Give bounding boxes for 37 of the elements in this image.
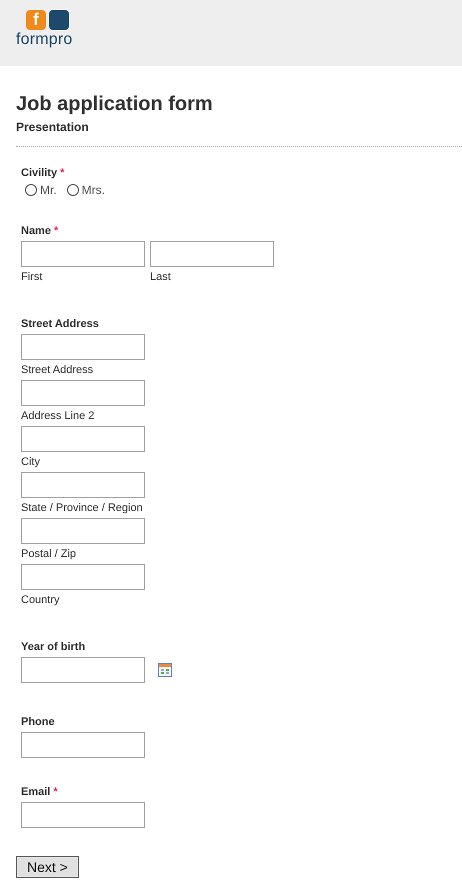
field-sublabel: Address Line 2 <box>21 410 96 422</box>
field-label: Street Address <box>21 318 100 330</box>
radio-option[interactable]: Mr. <box>25 183 57 197</box>
field-sublabel: Last <box>150 271 172 283</box>
input-field[interactable] <box>21 564 145 590</box>
required-mark: * <box>54 225 58 237</box>
radio-button[interactable] <box>66 184 79 196</box>
required-mark: * <box>60 167 64 179</box>
input-field[interactable] <box>21 518 145 544</box>
field-sublabel: Postal / Zip <box>21 548 78 560</box>
calendar-icon[interactable] <box>158 663 172 677</box>
field-sublabel: Country <box>21 594 61 606</box>
input-field[interactable] <box>21 380 145 406</box>
field-label: Phone <box>21 716 56 728</box>
radio-option[interactable]: Mrs. <box>66 183 105 197</box>
field-sublabel: Street Address <box>21 364 94 376</box>
section-title: Presentation <box>16 120 90 134</box>
input-field[interactable] <box>21 657 145 683</box>
field-label: Name * <box>21 225 60 237</box>
logo-text: formpro <box>16 31 74 49</box>
input-field[interactable] <box>150 241 274 267</box>
input-field[interactable] <box>21 241 145 267</box>
form-title: Job application form <box>16 93 214 116</box>
input-field[interactable] <box>21 472 145 498</box>
input-field[interactable] <box>21 802 145 828</box>
field-label: Year of birth <box>21 641 86 653</box>
input-field[interactable] <box>21 426 145 452</box>
field-label: Email * <box>21 786 59 798</box>
next-button[interactable]: Next > <box>16 856 79 878</box>
required-mark: * <box>53 786 58 798</box>
input-field[interactable] <box>21 334 145 360</box>
input-field[interactable] <box>21 732 145 758</box>
field-sublabel: City <box>21 456 41 468</box>
field-sublabel: State / Province / Region <box>21 502 144 514</box>
field-sublabel: First <box>21 271 44 283</box>
field-label: Civility * <box>21 167 66 179</box>
radio-button[interactable] <box>25 184 37 196</box>
